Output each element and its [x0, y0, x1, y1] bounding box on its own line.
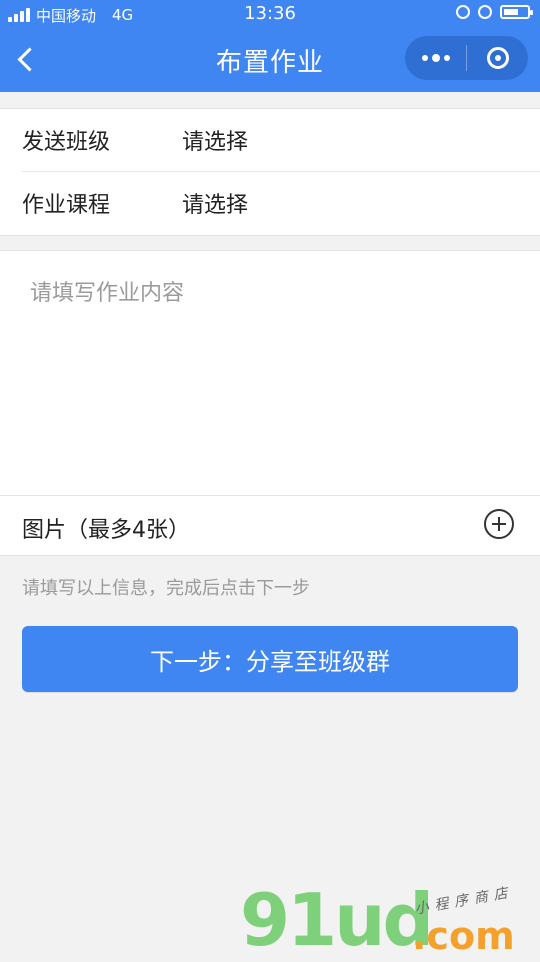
selection-card: 发送班级 请选择 作业课程 请选择	[0, 108, 540, 236]
watermark: 91ud 小程序商店 .com	[240, 878, 540, 962]
class-select-row[interactable]: 发送班级 请选择	[22, 109, 540, 172]
alarm-icon	[478, 5, 492, 19]
next-share-button[interactable]: 下一步：分享至班级群	[22, 626, 518, 692]
watermark-logo: 91ud	[240, 878, 434, 962]
top-bar: 中国移动 4G 13:36 布置作业	[0, 0, 540, 92]
more-dots-icon	[421, 53, 450, 62]
class-label: 发送班级	[22, 130, 111, 155]
course-label: 作业课程	[22, 193, 111, 218]
add-circle-icon[interactable]	[484, 509, 514, 539]
status-bar: 中国移动 4G 13:36	[0, 0, 540, 30]
course-select-row[interactable]: 作业课程 请选择	[22, 172, 540, 234]
rotation-lock-icon	[456, 5, 470, 19]
content-card: 请填写作业内容 图片（最多4张）	[0, 250, 540, 556]
course-value[interactable]: 请选择	[182, 187, 248, 219]
close-button[interactable]	[467, 36, 528, 80]
form-hint: 请填写以上信息，完成后点击下一步	[22, 578, 310, 599]
navigation-bar: 布置作业	[0, 30, 540, 90]
battery-icon	[500, 5, 533, 19]
images-row: 图片（最多4张）	[0, 495, 540, 556]
watermark-domain: .com	[412, 914, 515, 958]
miniprogram-capsule	[405, 36, 528, 80]
images-label: 图片（最多4张）	[22, 518, 190, 543]
close-target-icon	[486, 47, 509, 69]
status-right	[456, 5, 533, 19]
class-value[interactable]: 请选择	[182, 124, 248, 156]
homework-content-textarea[interactable]: 请填写作业内容	[30, 275, 520, 475]
more-button[interactable]	[405, 36, 466, 80]
